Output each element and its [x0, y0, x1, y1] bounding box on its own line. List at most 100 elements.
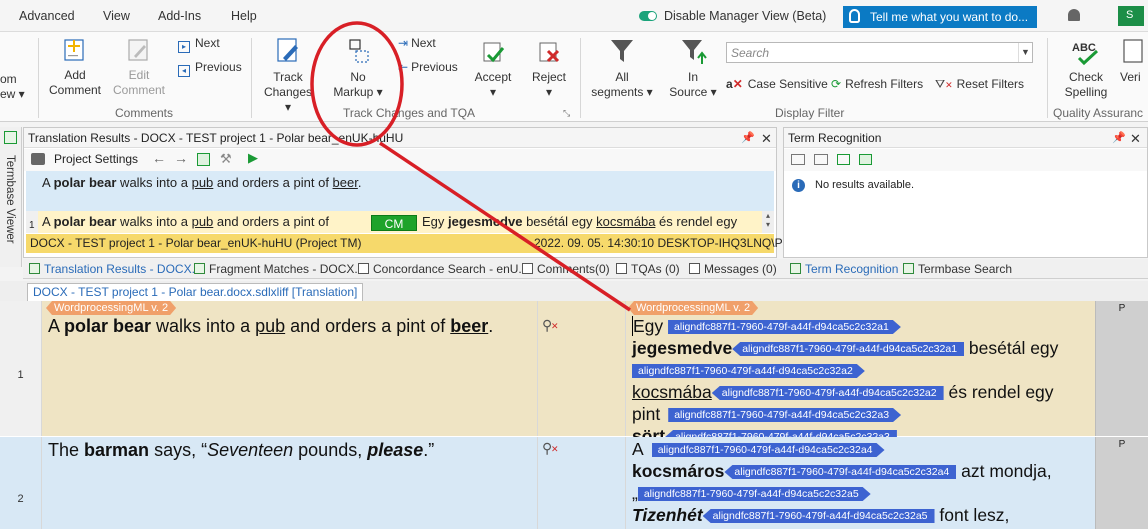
disable-manager-view-label[interactable]: Disable Manager View (Beta) [664, 9, 826, 23]
pin-icon[interactable]: 📌 [741, 131, 755, 144]
tag-open-4[interactable]: aligndfc887f1-7960-479f-a44f-d94ca5c2c32… [652, 443, 885, 457]
track-changes-button[interactable]: Track Changes ▾ [260, 36, 316, 115]
segment-source[interactable]: WordprocessingML v. 2 A polar bear walks… [42, 301, 537, 436]
separator [1047, 38, 1048, 118]
tag-close-5[interactable]: aligndfc887f1-7960-479f-a44f-d94ca5c2c32… [702, 509, 935, 523]
tab-comments[interactable]: Comments(0) [522, 262, 610, 276]
case-sensitive-toggle[interactable]: a✕ Case Sensitive [726, 77, 828, 91]
tag-open-1[interactable]: aligndfc887f1-7960-479f-a44f-d94ca5c2c32… [668, 320, 901, 334]
bell-icon[interactable] [1068, 9, 1080, 21]
translation-match-row[interactable]: 1 A polar bear walks into a pub and orde… [26, 211, 774, 233]
term-recognition-panel: Term Recognition 📌 ✕ i No results availa… [783, 127, 1148, 258]
dialog-launcher-icon[interactable]: ⤡ [563, 108, 570, 119]
segment-confirmation-status[interactable]: P [1095, 301, 1148, 436]
termbase-viewer-strip[interactable]: Termbase Viewer [0, 127, 22, 267]
tag-open-2[interactable]: aligndfc887f1-7960-479f-a44f-d94ca5c2c32… [632, 364, 865, 378]
pin-icon[interactable]: 📌 [1112, 131, 1126, 144]
tab-termbase-search[interactable]: Termbase Search [903, 262, 1012, 276]
add-term-icon[interactable] [814, 154, 828, 165]
tab-concordance-search[interactable]: Concordance Search - enU... [358, 262, 528, 276]
separator [580, 38, 581, 118]
display-filter-group-label: Display Filter [775, 106, 845, 120]
track-next-button[interactable]: ⇥ Next [398, 36, 436, 50]
menu-advanced[interactable]: Advanced [19, 9, 75, 23]
no-markup-button[interactable]: No Markup ▾ [330, 36, 386, 100]
comments-previous-button[interactable]: ◂ Previous [178, 60, 242, 77]
segment-status-column[interactable]: ⚲ ✕ [537, 301, 626, 436]
tab-tqas[interactable]: TQAs (0) [616, 262, 680, 276]
tab-fragment-matches[interactable]: Fragment Matches - DOCX... [194, 262, 364, 276]
translation-results-title: Translation Results - DOCX - TEST projec… [24, 128, 776, 148]
tag-close-4[interactable]: aligndfc887f1-7960-479f-a44f-d94ca5c2c32… [724, 465, 957, 479]
separator [38, 38, 39, 118]
match-source-text: A polar bear walks into a pub and orders… [42, 214, 329, 229]
segment-status-column[interactable]: ⚲ ✕ [537, 437, 626, 529]
term-settings-icon[interactable] [837, 154, 850, 165]
project-settings-icon [31, 153, 45, 165]
comments-next-button[interactable]: ▸ Next [178, 36, 220, 53]
segment-confirmation-status[interactable]: P [1095, 437, 1148, 529]
tab-messages[interactable]: Messages (0) [689, 262, 777, 276]
tab-translation-results[interactable]: Translation Results - DOCX... [29, 262, 202, 276]
menu-add-ins[interactable]: Add-Ins [158, 9, 201, 23]
match-row-number: 1 [29, 220, 35, 231]
translation-source-text: A polar bear walks into a pub and orders… [26, 171, 774, 211]
tab-term-recognition[interactable]: Term Recognition [790, 262, 898, 276]
scrollbar[interactable]: ▴ ▾ [762, 211, 774, 233]
comments-view-partial[interactable]: om ew ▾ [0, 72, 25, 102]
tm-icon[interactable] [197, 153, 210, 166]
termbase-icon [4, 131, 17, 144]
arrow-right-icon[interactable]: → [174, 150, 188, 166]
project-settings-button[interactable]: Project Settings [54, 152, 138, 166]
segment-target[interactable]: WordprocessingML v. 2 Egy aligndfc887f1-… [626, 301, 1095, 446]
termbase-search-icon[interactable] [859, 154, 872, 165]
accept-button[interactable]: Accept ▾ [470, 40, 516, 100]
document-tab-row: DOCX - TEST project 1 - Polar bear.docx.… [0, 281, 1148, 301]
add-comment-icon [64, 39, 84, 61]
fragment-matches-icon [194, 263, 205, 274]
tag-close-2[interactable]: aligndfc887f1-7960-479f-a44f-d94ca5c2c32… [711, 386, 944, 400]
menu-view[interactable]: View [103, 9, 130, 23]
close-icon[interactable]: ✕ [1130, 131, 1141, 147]
segment-number[interactable]: 2 [0, 437, 42, 529]
previous-comment-icon: ◂ [178, 65, 190, 77]
concordance-icon [358, 263, 369, 274]
list-icon[interactable] [791, 154, 805, 165]
verify-button[interactable]: Veri [1120, 36, 1148, 85]
close-icon[interactable]: ✕ [761, 131, 772, 147]
termbase-search-tab-icon [903, 263, 914, 274]
check-spelling-button[interactable]: ABC Check Spelling [1058, 36, 1114, 100]
filter-icon [611, 40, 633, 62]
manager-view-toggle[interactable] [639, 11, 657, 21]
error-mark-icon: ✕ [551, 444, 559, 454]
play-icon[interactable]: ▶ [248, 150, 258, 166]
segment-number[interactable]: 1 [0, 301, 42, 436]
in-source-button[interactable]: In Source ▾ [664, 36, 722, 100]
all-segments-button[interactable]: All segments ▾ [588, 36, 656, 100]
separator [251, 38, 252, 118]
tag-close-1[interactable]: aligndfc887f1-7960-479f-a44f-d94ca5c2c32… [732, 342, 965, 356]
segment-source[interactable]: The barman says, “Seventeen pounds, plea… [42, 437, 537, 529]
track-changes-icon [277, 38, 298, 62]
segment-target[interactable]: Aaligndfc887f1-7960-479f-a44f-d94ca5c2c3… [626, 437, 1095, 529]
arrow-left-icon[interactable]: ← [152, 150, 166, 166]
filter-search-input[interactable]: Search ▼ [726, 42, 1033, 63]
svg-text:ABC: ABC [1072, 42, 1096, 54]
reject-button[interactable]: Reject ▾ [526, 40, 572, 100]
match-target-text: Egy jegesmedve besétál egy kocsmába és r… [422, 214, 738, 229]
refresh-filters-button[interactable]: ⟳ Refresh Filters [831, 77, 923, 91]
document-tab[interactable]: DOCX - TEST project 1 - Polar bear.docx.… [27, 283, 364, 301]
track-previous-button[interactable]: ⇤ Previous [398, 60, 458, 74]
tell-me-box[interactable]: Tell me what you want to do... [843, 6, 1037, 28]
chevron-down-icon[interactable]: ▼ [1018, 43, 1032, 62]
settings-icon[interactable]: ⚒ [220, 151, 232, 167]
tag-open-5[interactable]: aligndfc887f1-7960-479f-a44f-d94ca5c2c32… [638, 487, 871, 501]
avatar[interactable]: S [1118, 6, 1144, 26]
edit-comment-button[interactable]: Edit Comment [111, 36, 167, 98]
reset-filters-button[interactable]: ⛛✕ Reset Filters [935, 77, 1024, 92]
add-comment-button[interactable]: Add Comment [49, 36, 101, 98]
menu-help[interactable]: Help [231, 9, 257, 23]
tag-open-3[interactable]: aligndfc887f1-7960-479f-a44f-d94ca5c2c32… [668, 408, 901, 422]
next-change-icon: ⇥ [398, 36, 409, 50]
menu-bar: Advanced View Add-Ins Help Disable Manag… [0, 0, 1148, 32]
